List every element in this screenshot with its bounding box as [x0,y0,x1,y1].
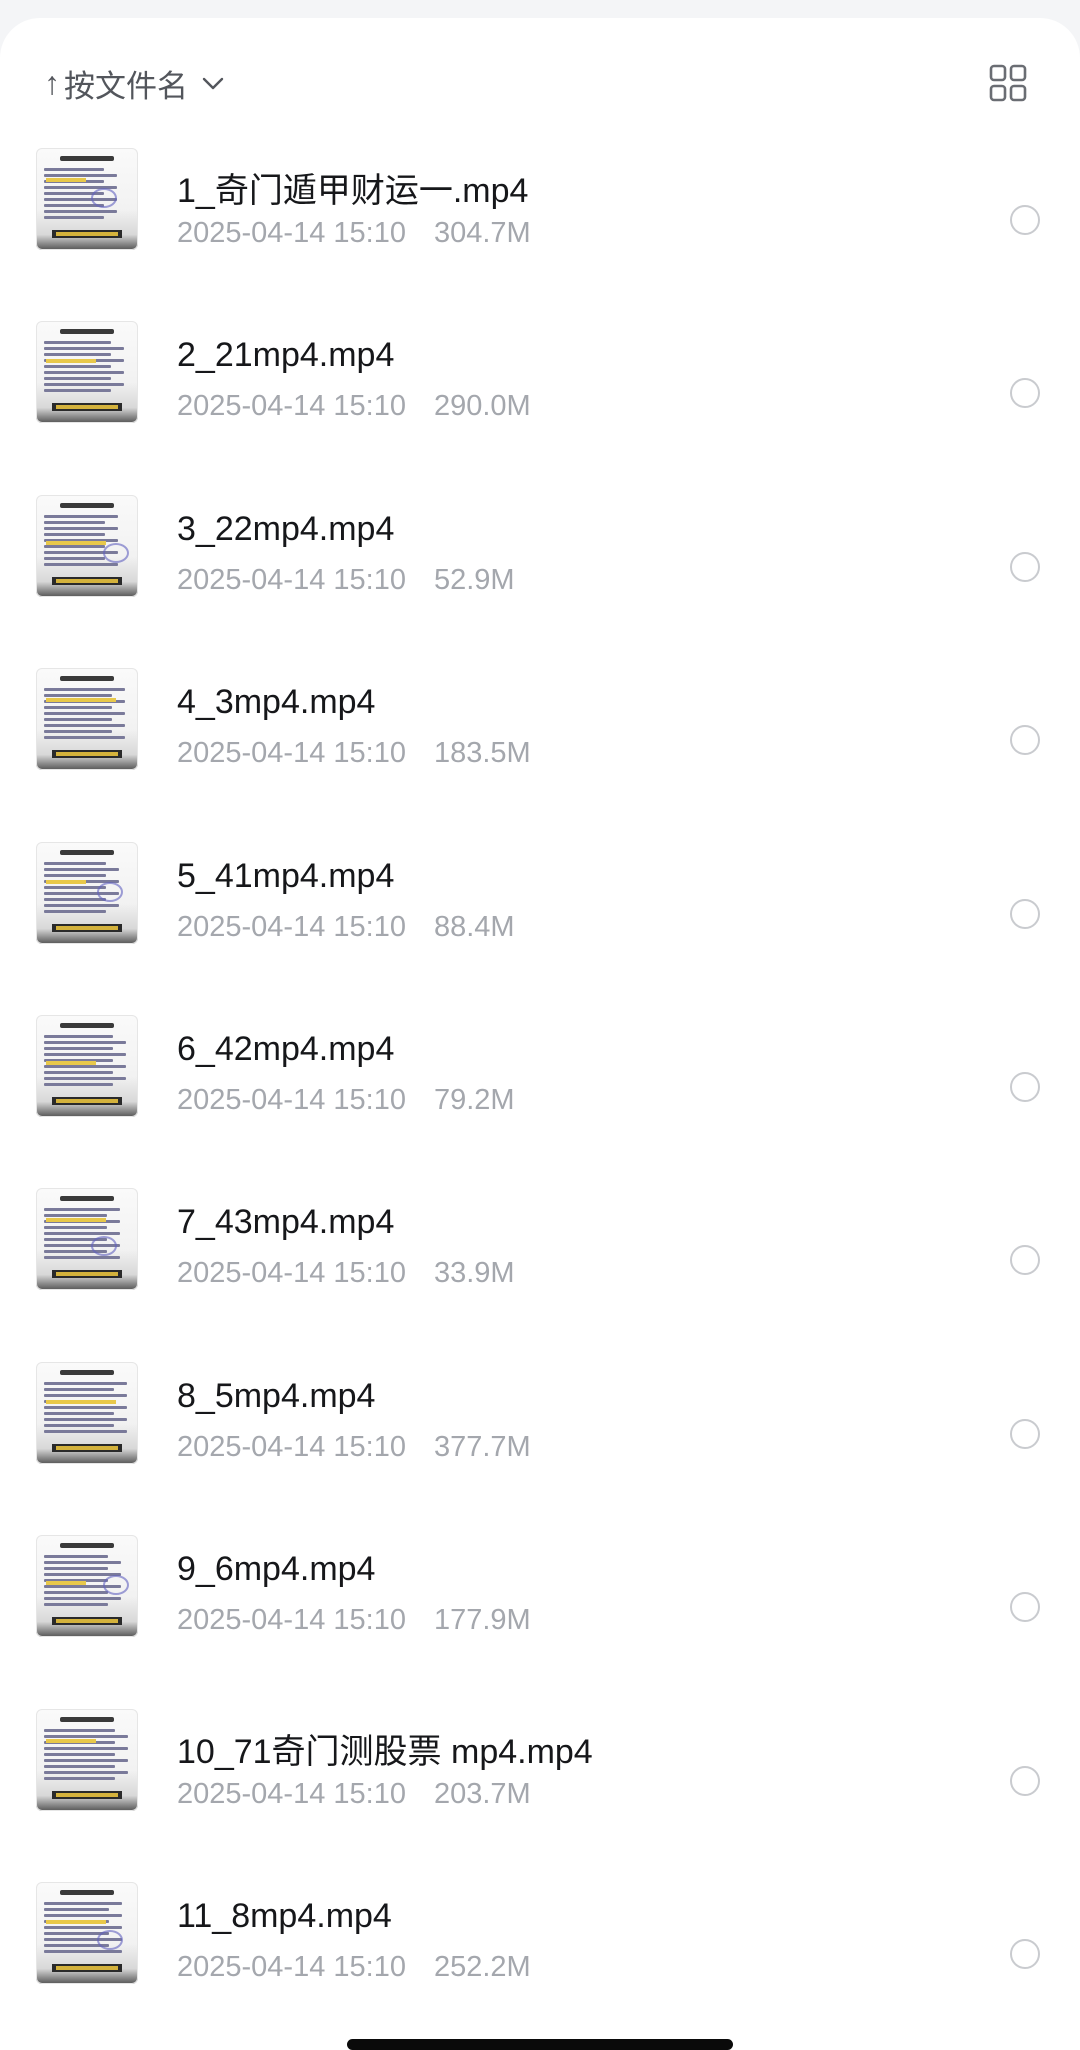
select-radio[interactable] [1010,1938,1040,1969]
file-size: 290.0M [433,390,531,423]
chevron-down-icon [202,77,224,90]
select-radio[interactable] [1010,551,1040,582]
select-radio[interactable] [1010,1245,1040,1276]
file-meta: 2025-04-14 15:10 33.9M [177,1257,515,1290]
file-row[interactable]: 1_奇门遁甲财运一.mp4 2025-04-14 15:10 304.7M [0,108,1080,281]
file-name: 2_21mp4.mp4 [177,336,395,375]
select-radio[interactable] [1010,378,1040,409]
file-date: 2025-04-14 15:10 [177,390,406,423]
file-row[interactable]: 9_6mp4.mp4 2025-04-14 15:10 177.9M [0,1495,1080,1668]
file-row[interactable]: 6_42mp4.mp4 2025-04-14 15:10 79.2M [0,975,1080,1148]
file-date: 2025-04-14 15:10 [177,1777,406,1810]
file-meta: 2025-04-14 15:10 183.5M [177,737,531,770]
sort-label: 按文件名 [64,68,188,105]
file-size: 304.7M [433,217,531,249]
file-name: 5_41mp4.mp4 [177,856,395,895]
file-name: 6_42mp4.mp4 [177,1029,395,1068]
video-thumbnail [36,1708,138,1811]
file-size: 377.7M [433,1430,531,1463]
file-date: 2025-04-14 15:10 [177,1257,406,1290]
select-radio[interactable] [1010,1071,1040,1102]
file-date: 2025-04-14 15:10 [177,1430,406,1463]
file-meta: 2025-04-14 15:10 52.9M [177,564,515,597]
file-list: 1_奇门遁甲财运一.mp4 2025-04-14 15:10 304.7M 2_21m… [0,108,1080,2015]
select-radio[interactable] [1010,725,1040,756]
file-meta: 2025-04-14 15:10 377.7M [177,1431,531,1464]
video-thumbnail [36,841,138,944]
file-name: 1_奇门遁甲财运一.mp4 [177,172,529,210]
file-date: 2025-04-14 15:10 [177,217,406,249]
file-row[interactable]: 8_5mp4.mp4 2025-04-14 15:10 377.7M [0,1322,1080,1495]
file-size: 33.9M [433,1257,515,1290]
video-thumbnail [36,494,138,597]
file-meta: 2025-04-14 15:10 177.9M [177,1604,531,1637]
file-meta: 2025-04-14 15:10 290.0M [177,390,531,423]
file-size: 252.2M [433,1950,531,1983]
file-row[interactable]: 5_41mp4.mp4 2025-04-14 15:10 88.4M [0,802,1080,975]
select-radio[interactable] [1010,1418,1040,1449]
home-indicator[interactable] [347,2039,733,2050]
file-size: 183.5M [433,737,531,770]
file-row[interactable]: 7_43mp4.mp4 2025-04-14 15:10 33.9M [0,1148,1080,1321]
file-date: 2025-04-14 15:10 [177,1950,406,1983]
file-name: 9_6mp4.mp4 [177,1550,376,1589]
file-row[interactable]: 4_3mp4.mp4 2025-04-14 15:10 183.5M [0,628,1080,801]
file-name: 4_3mp4.mp4 [177,683,376,722]
select-radio[interactable] [1010,205,1040,235]
video-thumbnail [36,1014,138,1117]
file-meta: 2025-04-14 15:10 304.7M [177,217,531,250]
file-date: 2025-04-14 15:10 [177,1083,406,1116]
sort-direction-arrow: ↑ [44,65,60,101]
file-list-sheet: ↑ 按文件名 1_奇门遁甲财运一.mp4 2025-04-14 15:10 304.… [0,18,1080,2050]
select-radio[interactable] [1010,898,1040,929]
video-thumbnail [36,668,138,771]
file-size: 79.2M [433,1083,515,1116]
video-thumbnail [36,1361,138,1464]
file-meta: 2025-04-14 15:10 88.4M [177,911,515,944]
file-row[interactable]: 2_21mp4.mp4 2025-04-14 15:10 290.0M [0,281,1080,454]
file-name: 8_5mp4.mp4 [177,1376,376,1415]
video-thumbnail [36,1188,138,1291]
select-radio[interactable] [1010,1592,1040,1623]
file-row[interactable]: 3_22mp4.mp4 2025-04-14 15:10 52.9M [0,455,1080,628]
video-thumbnail [36,1535,138,1638]
file-date: 2025-04-14 15:10 [177,563,406,596]
file-name: 10_71奇门测股票 mp4.mp4 [177,1732,593,1771]
file-meta: 2025-04-14 15:10 252.2M [177,1951,531,1984]
file-name: 3_22mp4.mp4 [177,509,395,548]
file-name: 11_8mp4.mp4 [177,1896,392,1935]
grid-view-icon[interactable] [988,63,1028,103]
file-size: 88.4M [433,910,515,943]
file-size: 52.9M [433,563,515,596]
file-meta: 2025-04-14 15:10 203.7M [177,1778,531,1811]
file-size: 177.9M [433,1604,531,1637]
video-thumbnail [36,1881,138,1984]
file-date: 2025-04-14 15:10 [177,910,406,943]
select-radio[interactable] [1010,1765,1040,1796]
file-name: 7_43mp4.mp4 [177,1203,395,1242]
file-date: 2025-04-14 15:10 [177,737,406,770]
file-meta: 2025-04-14 15:10 79.2M [177,1084,515,1117]
file-row[interactable]: 11_8mp4.mp4 2025-04-14 15:10 252.2M [0,1842,1080,2015]
file-row[interactable]: 10_71奇门测股票 mp4.mp4 2025-04-14 15:10 203.7M [0,1669,1080,1842]
file-size: 203.7M [433,1777,531,1810]
file-date: 2025-04-14 15:10 [177,1604,406,1637]
video-thumbnail [36,321,138,424]
video-thumbnail [36,148,138,250]
